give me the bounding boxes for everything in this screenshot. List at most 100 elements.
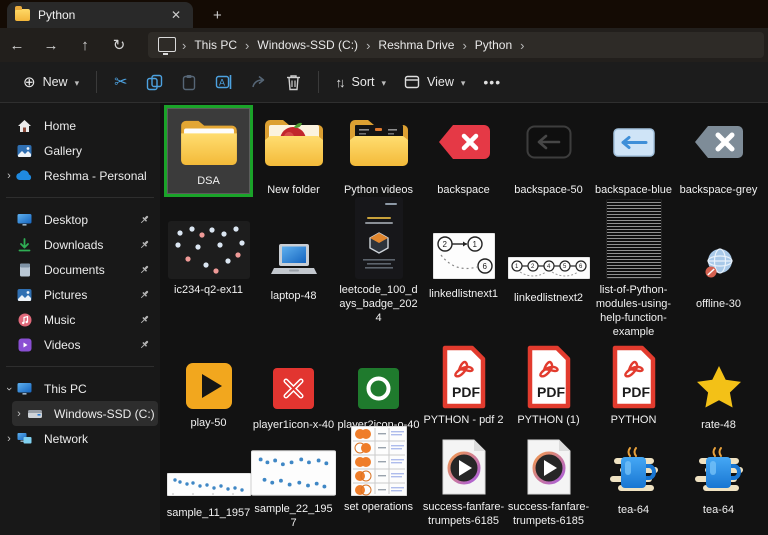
file-name: PYTHON (1) <box>517 413 579 427</box>
breadcrumb-python[interactable]: Python <box>469 38 518 52</box>
file-tile[interactable]: player2icon-o-40 <box>336 343 421 432</box>
rename-button[interactable]: A <box>206 68 242 96</box>
back-icon[interactable]: ← <box>0 37 34 54</box>
sort-button[interactable]: ↑↓ Sort ▾ <box>327 69 395 96</box>
file-tile[interactable]: PDF PYTHON (1) <box>506 343 591 427</box>
chevron-down-icon: › <box>3 382 15 396</box>
file-tile[interactable]: PDF PYTHON - pdf 2 <box>421 343 506 427</box>
file-tile[interactable]: Python videos <box>336 105 421 197</box>
pictures-icon <box>16 286 33 303</box>
file-tile[interactable]: backspace-blue <box>591 105 676 197</box>
cut-button[interactable]: ✂ <box>105 66 136 98</box>
file-name: tea-64 <box>703 503 734 517</box>
share-button[interactable] <box>242 68 277 96</box>
file-name: tea-64 <box>618 503 649 517</box>
file-tile[interactable]: play-50 <box>166 343 251 430</box>
close-tab-icon[interactable]: ✕ <box>167 7 185 23</box>
offline-globe-icon <box>703 247 735 279</box>
explorer-tab[interactable]: Python ✕ <box>7 2 193 28</box>
new-button-label: New <box>43 75 68 89</box>
sidebar-item-downloads[interactable]: Downloads <box>2 232 158 257</box>
toolbar-divider <box>96 71 97 93</box>
this-pc-icon <box>16 380 33 397</box>
file-tile[interactable]: sample_11_1957 <box>166 438 251 520</box>
documents-icon <box>16 261 33 278</box>
file-tile[interactable]: tea-64 <box>591 438 676 517</box>
file-tile[interactable]: player1icon-x-40 <box>251 343 336 432</box>
copy-button[interactable] <box>137 68 172 97</box>
grey-backspace-icon <box>693 124 745 160</box>
breadcrumb-windows-ssd[interactable]: Windows-SSD (C:) <box>251 38 364 52</box>
file-tile-dsa[interactable]: DSA <box>166 105 251 197</box>
sidebar-item-music[interactable]: Music <box>2 307 158 332</box>
file-tile[interactable]: PDF PYTHON <box>591 343 676 427</box>
address-bar[interactable]: › This PC › Windows-SSD (C:) › Reshma Dr… <box>148 32 764 58</box>
file-tile[interactable]: backspace-50 <box>506 105 591 197</box>
file-tile[interactable]: list-of-Python-modules-using-help-functi… <box>591 197 676 339</box>
chevron-right-icon: › <box>2 170 16 182</box>
file-tile[interactable]: rate-48 <box>676 343 761 432</box>
file-name: PYTHON <box>611 413 657 427</box>
sidebar-item-documents[interactable]: Documents <box>2 257 158 282</box>
file-name: linkedlistnext2 <box>514 291 583 305</box>
file-tile[interactable]: set operations <box>336 438 421 514</box>
sidebar-item-windows-ssd[interactable]: › Windows-SSD (C:) <box>12 401 158 426</box>
gallery-icon <box>16 142 33 159</box>
file-tile[interactable]: success-fanfare-trumpets-6185 <box>421 438 506 528</box>
new-tab-button[interactable]: + <box>207 7 228 28</box>
file-tile[interactable]: 216 linkedlistnext1 <box>421 197 506 301</box>
chevron-right-icon: › <box>460 38 468 53</box>
file-tile[interactable]: backspace-grey <box>676 105 761 197</box>
file-name: play-50 <box>190 416 226 430</box>
sidebar-item-this-pc[interactable]: › This PC <box>2 376 158 401</box>
refresh-icon[interactable]: ↻ <box>102 36 136 54</box>
sort-button-label: Sort <box>352 75 375 89</box>
sidebar-item-onedrive[interactable]: › Reshma - Personal <box>2 163 158 188</box>
breadcrumb-this-pc[interactable]: This PC <box>188 38 243 52</box>
chevron-down-icon: ▾ <box>75 78 80 89</box>
sidebar-item-home[interactable]: Home <box>2 113 158 138</box>
rename-icon: A <box>215 74 233 90</box>
scatter-strip-icon <box>167 473 251 496</box>
sidebar-item-pictures[interactable]: Pictures <box>2 282 158 307</box>
file-tile[interactable]: sample_22_1957 <box>251 438 336 530</box>
sidebar-item-videos[interactable]: Videos <box>2 332 158 357</box>
media-document-icon <box>525 438 573 496</box>
trash-icon <box>286 74 301 91</box>
sidebar-item-desktop[interactable]: Desktop <box>2 207 158 232</box>
file-name: backspace-grey <box>680 183 758 197</box>
dots-image-icon <box>168 221 250 279</box>
see-more-button[interactable]: ••• <box>474 68 510 96</box>
file-tile[interactable]: ic234-q2-ex11 <box>166 197 251 297</box>
view-button[interactable]: View ▾ <box>395 69 474 95</box>
breadcrumb-reshma-drive[interactable]: Reshma Drive <box>372 38 460 52</box>
red-backspace-icon <box>436 122 492 162</box>
forward-icon[interactable]: → <box>34 37 68 54</box>
svg-text:PDF: PDF <box>622 384 650 400</box>
file-tile[interactable]: leetcode_100_days_badge_2024 <box>336 197 421 325</box>
file-tile[interactable]: 12456 linkedlistnext2 <box>506 197 591 305</box>
sidebar-item-gallery[interactable]: Gallery <box>2 138 158 163</box>
delete-button[interactable] <box>277 68 310 97</box>
copy-icon <box>146 74 163 91</box>
sidebar-item-label: This PC <box>44 382 158 396</box>
file-tile[interactable]: New folder <box>251 105 336 197</box>
view-icon <box>404 75 420 89</box>
downloads-icon <box>16 236 33 253</box>
new-button[interactable]: ⊕ New ▾ <box>14 67 88 97</box>
file-tile[interactable]: backspace <box>421 105 506 197</box>
file-tile[interactable]: tea-64 <box>676 438 761 517</box>
file-name: laptop-48 <box>271 289 317 303</box>
file-tile[interactable]: offline-30 <box>676 197 761 311</box>
o-tile-icon <box>358 368 399 409</box>
chevron-right-icon: › <box>12 408 26 420</box>
file-name: offline-30 <box>696 297 741 311</box>
file-tile[interactable]: success-fanfare-trumpets-6185 <box>506 438 591 528</box>
up-icon[interactable]: ↑ <box>68 37 102 54</box>
sidebar-item-network[interactable]: › Network <box>2 426 158 451</box>
paste-button[interactable] <box>172 68 206 97</box>
sidebar-item-label: Network <box>44 432 158 446</box>
file-tile[interactable]: laptop-48 <box>251 197 336 303</box>
file-name: sample_22_1957 <box>252 502 336 530</box>
chevron-down-icon: ▾ <box>381 78 386 89</box>
